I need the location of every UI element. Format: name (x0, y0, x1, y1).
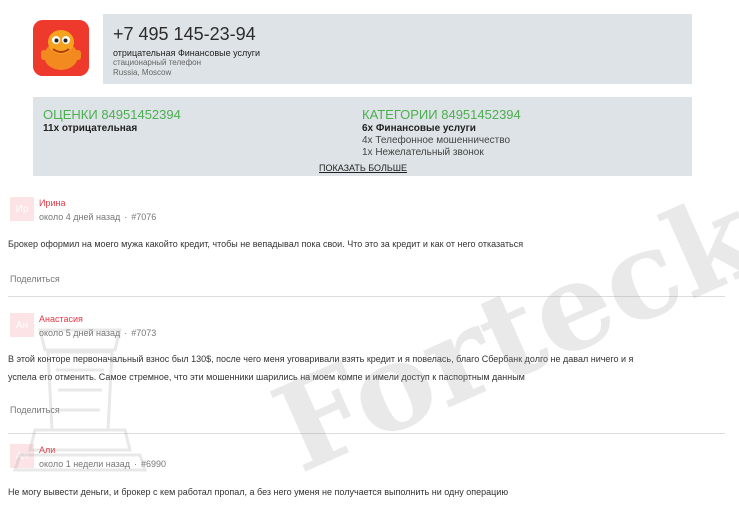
share-link[interactable]: Поделиться (10, 274, 60, 284)
stats-panel: ОЦЕНКИ 84951452394 11x отрицательная КАТ… (33, 97, 692, 176)
ratings-summary: 11x отрицательная (43, 123, 138, 134)
review-meta: около 4 дней назад · #7076 (39, 212, 157, 222)
review-id[interactable]: #7076 (131, 212, 156, 222)
categories-column: КАТЕГОРИИ 84951452394 6x Финансовые услу… (362, 107, 521, 159)
category-item: 1x Нежелательный звонок (362, 147, 484, 158)
review-author[interactable]: Ирина (39, 198, 65, 208)
review-text: Не могу вывести деньги, и брокер с кем р… (8, 487, 509, 497)
review-meta: около 5 дней назад · #7073 (39, 328, 157, 338)
review-text-line-2: успела его отменить. Самое стремное, что… (8, 372, 525, 382)
share-link[interactable]: Поделиться (10, 405, 60, 415)
phone-number: +7 495 145-23-94 (113, 24, 256, 44)
review-id[interactable]: #7073 (131, 328, 156, 338)
show-more-link[interactable]: ПОКАЗАТЬ БОЛЬШЕ (319, 163, 407, 173)
watermark-text: Forteck (255, 163, 739, 500)
ratings-column: ОЦЕНКИ 84951452394 11x отрицательная (43, 107, 181, 135)
review-text: Брокер оформил на моего мужа какойто кре… (8, 239, 524, 249)
review-divider (8, 296, 725, 297)
review-id[interactable]: #6990 (141, 459, 166, 469)
category-item: 4x Телефонное мошенничество (362, 135, 511, 146)
review-time[interactable]: около 1 недели назад (39, 459, 130, 469)
avatar: Ан (10, 313, 34, 337)
review-time[interactable]: около 4 дней назад (39, 212, 120, 222)
review-text-line-1: В этой конторе первоначальный взнос был … (8, 354, 634, 364)
review-author[interactable]: Али (39, 445, 55, 455)
avatar: Ал (10, 444, 34, 468)
app-logo (33, 20, 89, 76)
categories-title: КАТЕГОРИИ 84951452394 (362, 107, 521, 122)
mascot-logo-icon (33, 20, 89, 76)
review-author[interactable]: Анастасия (39, 314, 83, 324)
phone-header-panel: +7 495 145-23-94 отрицательная Финансовы… (103, 14, 692, 84)
avatar: Ир (10, 197, 34, 221)
review-time[interactable]: около 5 дней назад (39, 328, 120, 338)
ratings-title: ОЦЕНКИ 84951452394 (43, 107, 181, 122)
category-top: 6x Финансовые услуги (362, 123, 476, 134)
phone-location: Russia, Moscow (113, 68, 172, 77)
phone-rating-category: отрицательная Финансовые услуги (113, 48, 261, 58)
review-meta: около 1 недели назад · #6990 (39, 459, 167, 469)
phone-type: стационарный телефон (113, 58, 202, 67)
review-divider (8, 433, 725, 434)
